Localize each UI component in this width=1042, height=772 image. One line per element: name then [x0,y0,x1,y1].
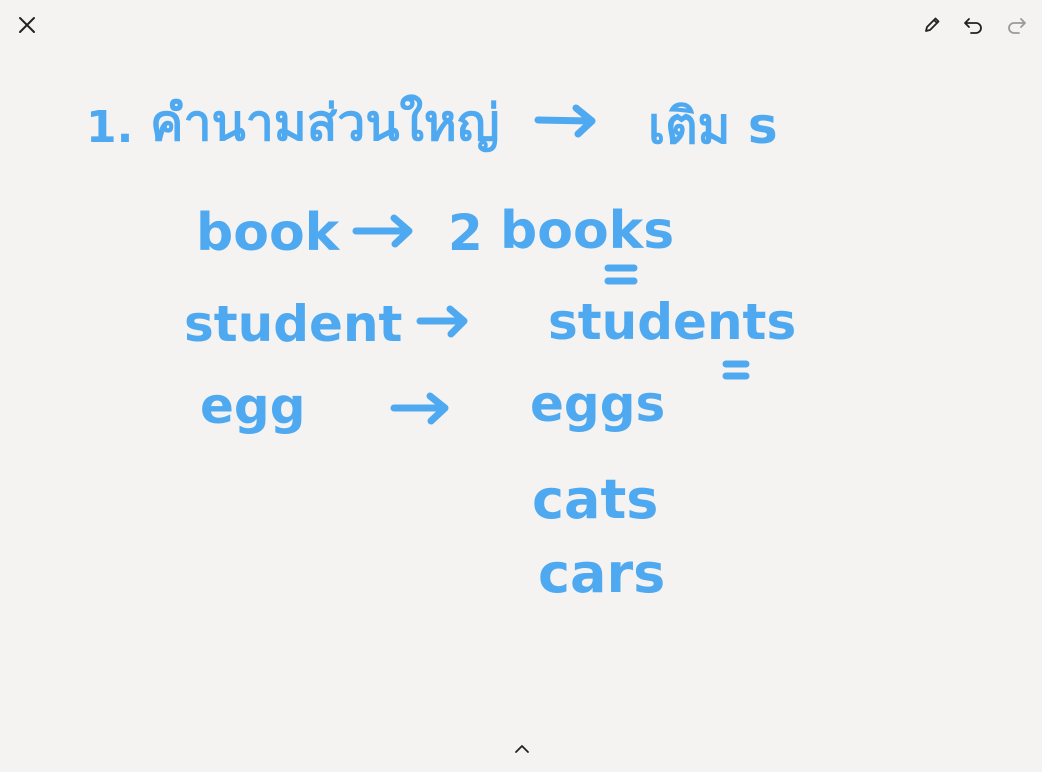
note-canvas[interactable]: 1. คำนามส่วนใหญ่ เติม s book 2 books stu… [0,0,1042,772]
row-student-plural: students [548,293,796,351]
extra-plural-cats: cats [532,468,658,531]
row-book-arrow [352,214,413,248]
row-egg-singular: egg [200,377,306,435]
heading-thai-text: คำนามส่วนใหญ่ [150,94,500,152]
heading-number: 1. [86,102,133,153]
row-book-underline [604,264,638,285]
row-book-plural: books [500,201,674,261]
row-student-underline [722,360,750,380]
row-student-arrow [416,305,468,338]
row-book-singular: book [196,203,341,263]
heading-arrow [534,104,596,138]
row-egg-arrow [390,392,449,425]
extra-plural-cars: cars [538,542,665,605]
heading-result: เติม s [648,97,778,155]
ink-drawing: 1. คำนามส่วนใหญ่ เติม s book 2 books stu… [86,94,796,605]
chevron-up-icon [515,745,529,753]
row-student-singular: student [184,295,402,353]
row-book-count: 2 [448,204,483,262]
row-egg-plural: eggs [530,375,665,433]
expand-panel-button[interactable] [504,731,540,767]
